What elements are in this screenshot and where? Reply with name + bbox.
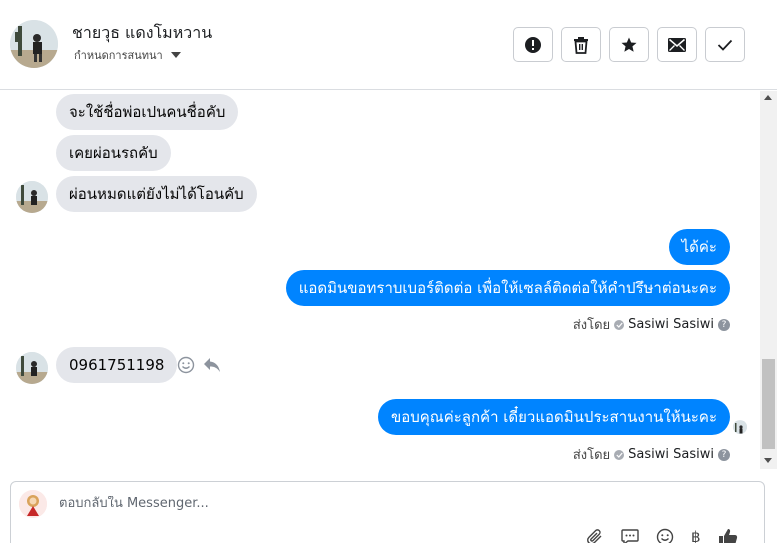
envelope-icon — [668, 37, 686, 52]
message-bubble-incoming: 0961751198 — [56, 347, 178, 383]
mark-unread-button[interactable] — [657, 27, 697, 62]
conversation-header: ชายวุธ แดงโมหวาน กำหนดการสนทนา — [0, 0, 777, 90]
message-bubble-outgoing: แอดมินขอทราบเบอร์ติดต่อ เพื่อให้เซลล์ติด… — [285, 270, 730, 306]
mark-done-button[interactable] — [705, 27, 745, 62]
delete-button[interactable] — [561, 27, 601, 62]
contact-avatar[interactable] — [10, 20, 58, 68]
scroll-down-arrow-icon[interactable] — [764, 458, 772, 463]
report-icon — [525, 36, 541, 53]
smiley-icon — [177, 356, 195, 374]
sender-name: Sasiwi Sasiwi — [628, 447, 714, 462]
attachment-button[interactable] — [586, 528, 604, 543]
assign-conversation-dropdown[interactable]: กำหนดการสนทนา — [74, 46, 181, 64]
message-bubble-incoming: จะใช้ชื่อพ่อเปนคนชื่อคับ — [56, 94, 239, 130]
react-button[interactable] — [177, 356, 195, 378]
page-avatar — [19, 490, 47, 518]
sent-by-prefix: ส่งโดย — [572, 318, 611, 333]
attachment-icon — [587, 529, 602, 543]
report-button[interactable] — [513, 27, 553, 62]
header-actions — [513, 27, 745, 62]
scroll-up-arrow-icon[interactable] — [764, 95, 772, 100]
trash-icon — [574, 36, 588, 54]
star-icon — [621, 37, 637, 52]
info-icon[interactable]: ? — [718, 448, 730, 461]
info-icon[interactable]: ? — [718, 318, 730, 331]
sent-by-label: ส่งโดย Sasiwi Sasiwi ? — [573, 444, 730, 465]
message-thread: จะใช้ชื่อพ่อเปนคนชื่อคับ เคยผ่อนรถคับ ผ่… — [0, 91, 760, 469]
payment-button[interactable]: ฿ — [691, 528, 701, 543]
reply-button[interactable] — [203, 357, 221, 377]
thread-scrollbar[interactable] — [760, 91, 777, 469]
seen-avatar — [733, 420, 747, 434]
contact-avatar-small — [16, 181, 48, 213]
message-bubble-incoming: เคยผ่อนรถคับ — [56, 135, 171, 171]
contact-name: ชายวุธ แดงโมหวาน — [72, 23, 213, 42]
message-bubble-outgoing: ขอบคุณค่ะลูกค้า เดี๋ยวแอดมินประสานงานให้… — [377, 399, 730, 435]
sent-by-label: ส่งโดย Sasiwi Sasiwi ? — [573, 314, 730, 335]
message-actions — [177, 356, 221, 378]
sent-by-prefix: ส่งโดย — [572, 448, 611, 463]
composer-tools: ฿ — [586, 528, 738, 543]
like-button[interactable] — [718, 528, 738, 543]
sender-name: Sasiwi Sasiwi — [628, 317, 714, 332]
emoji-icon — [656, 528, 674, 543]
message-bubble-incoming: ผ่อนหมดแต่ยังไม่ได้โอนคับ — [56, 176, 257, 212]
emoji-button[interactable] — [656, 528, 674, 543]
reply-composer: ฿ — [10, 481, 765, 543]
like-icon — [718, 529, 737, 543]
check-icon — [717, 39, 733, 51]
caret-down-icon — [170, 52, 181, 58]
saved-replies-button[interactable] — [621, 529, 639, 543]
reply-input[interactable] — [59, 496, 559, 511]
verified-icon — [614, 319, 625, 330]
reply-icon — [204, 358, 220, 372]
message-bubble-outgoing: ได้ค่ะ — [668, 229, 730, 265]
verified-icon — [614, 449, 625, 460]
star-button[interactable] — [609, 27, 649, 62]
contact-avatar-small — [16, 352, 48, 384]
assign-conversation-label: กำหนดการสนทนา — [74, 49, 163, 62]
saved-replies-icon — [621, 529, 639, 543]
scroll-thumb[interactable] — [762, 359, 775, 449]
